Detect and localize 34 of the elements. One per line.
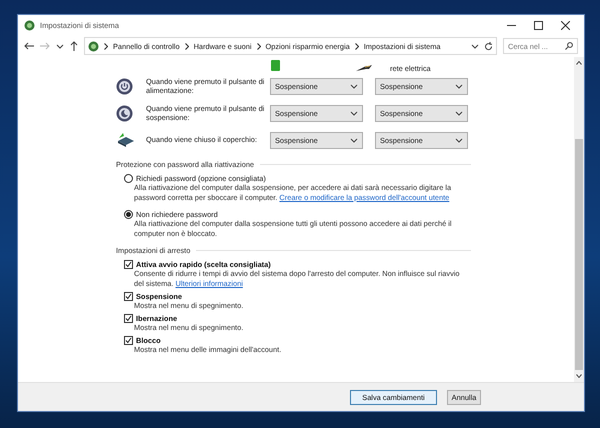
scroll-up-icon[interactable] <box>576 61 582 65</box>
separator-icon <box>354 42 359 50</box>
recent-pages-icon <box>56 44 64 48</box>
chevron-icon <box>350 138 358 143</box>
checkbox[interactable] <box>124 314 133 323</box>
separator-icon <box>184 42 189 50</box>
separator-icon <box>104 42 108 50</box>
refresh-icon[interactable] <box>484 42 493 50</box>
separator-icon <box>256 42 260 50</box>
battery-icon <box>271 60 280 71</box>
radio-button[interactable] <box>124 210 133 219</box>
chevron-icon <box>350 84 358 89</box>
dropdown-icon <box>471 44 479 48</box>
plug-icon <box>356 65 372 72</box>
moon-button-icon <box>116 105 133 122</box>
app-icon <box>24 20 35 30</box>
power-button-icon <box>116 78 133 95</box>
close-icon[interactable] <box>561 20 570 30</box>
checkbox[interactable] <box>124 336 133 345</box>
chevron-icon <box>455 111 463 116</box>
search-icon <box>565 42 573 50</box>
chevron-icon <box>455 138 463 143</box>
checkbox[interactable] <box>124 292 133 301</box>
chevron-icon <box>455 84 463 89</box>
scrollbar[interactable] <box>574 57 584 382</box>
scroll-down-icon[interactable] <box>576 374 582 378</box>
up-arrow-icon[interactable] <box>70 41 78 51</box>
checkbox[interactable] <box>124 260 133 269</box>
radio-button[interactable] <box>124 174 133 183</box>
maximize-icon[interactable] <box>534 20 543 30</box>
back-arrow-icon[interactable] <box>24 42 34 50</box>
control-panel-icon <box>88 40 99 52</box>
laptop-icon <box>116 132 135 149</box>
chevron-icon <box>350 111 358 116</box>
